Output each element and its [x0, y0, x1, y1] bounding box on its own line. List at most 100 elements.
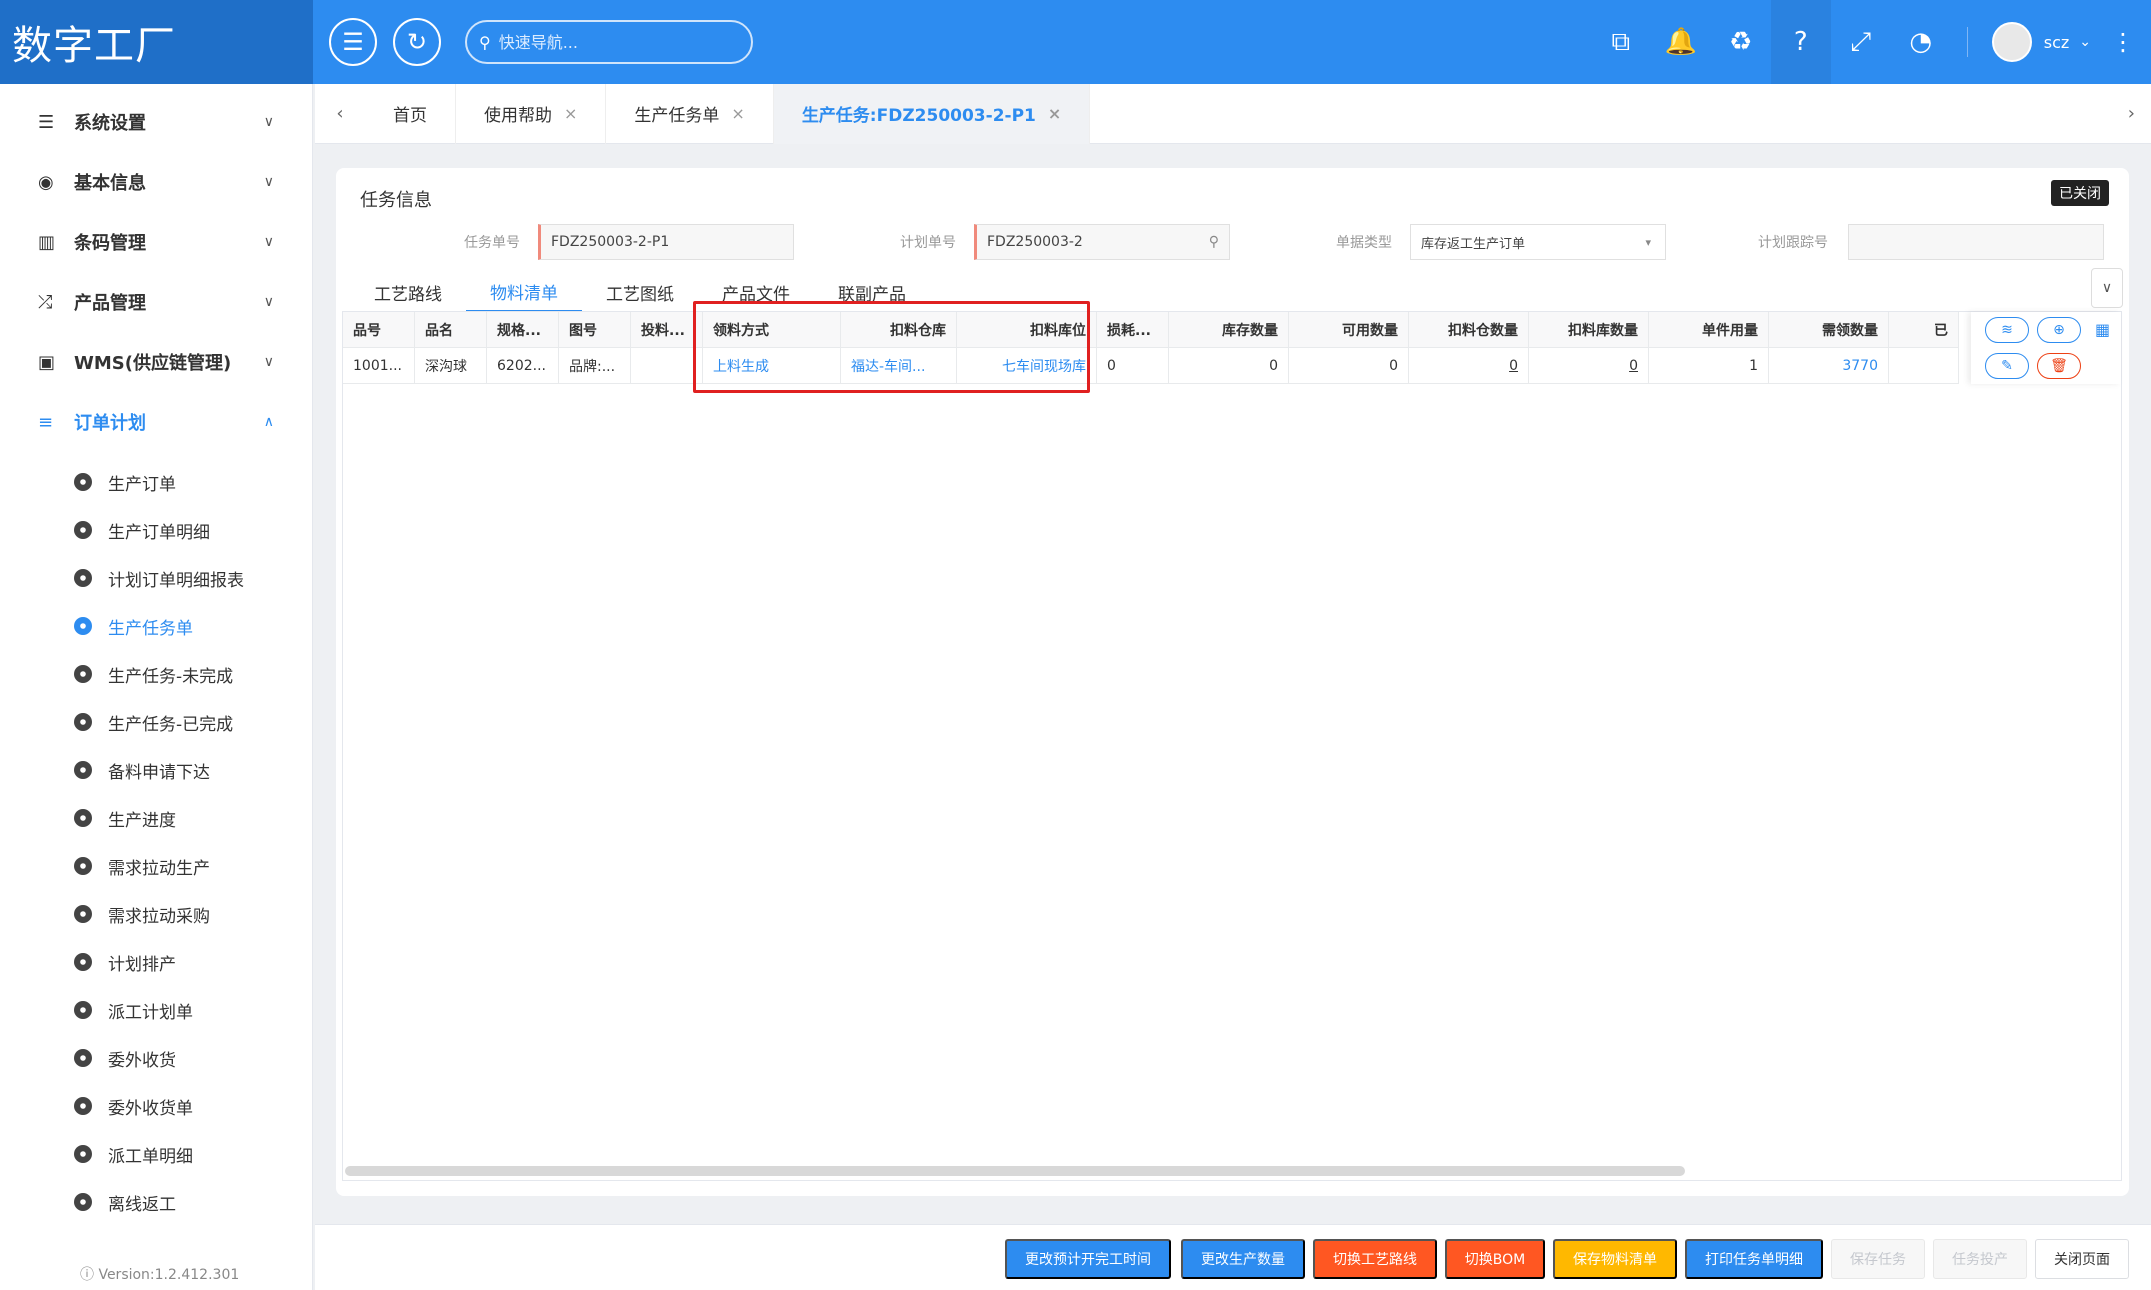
close-icon[interactable]: × — [731, 104, 744, 123]
tab-home[interactable]: 首页 — [365, 83, 456, 144]
sidebar-item[interactable]: 委外收货单 — [0, 1082, 312, 1130]
doc-type-label: 单据类型 — [1336, 235, 1392, 251]
sidebar-item[interactable]: 派工计划单 — [0, 986, 312, 1034]
edit-icon[interactable]: ✎ — [1985, 353, 2029, 379]
compass-icon — [74, 569, 92, 587]
doc-type-select[interactable]: 库存返工生产订单 ▾ — [1410, 224, 1666, 260]
print-task-button[interactable]: 打印任务单明细 — [1685, 1239, 1823, 1279]
sidebar-item[interactable]: 计划排产 — [0, 938, 312, 986]
start-production-button[interactable]: 任务投产 — [1933, 1239, 2027, 1279]
more-icon[interactable]: ⋮ — [2111, 28, 2135, 56]
sidebar-item[interactable]: 委外收货 — [0, 1034, 312, 1082]
sidebar-group-wms[interactable]: ▣ WMS(供应链管理) ∨ — [0, 332, 312, 392]
switch-routing-button[interactable]: 切换工艺路线 — [1313, 1239, 1437, 1279]
sidebar-item[interactable]: 派工单明细 — [0, 1130, 312, 1178]
chevron-down-icon: ∨ — [263, 294, 274, 310]
table-cell: 深沟球 — [415, 348, 487, 384]
username[interactable]: scz — [2044, 33, 2070, 52]
sidebar-item[interactable]: 生产订单明细 — [0, 506, 312, 554]
sidebar-item[interactable]: 需求拉动采购 — [0, 890, 312, 938]
close-icon[interactable]: × — [1048, 104, 1061, 123]
track-no-field[interactable] — [1848, 224, 2104, 260]
subtab-drawings[interactable]: 工艺图纸 — [582, 272, 698, 312]
help-icon[interactable]: ? — [1770, 0, 1831, 84]
col-header[interactable]: 图号 — [559, 312, 631, 348]
chevron-right-icon[interactable]: › — [2128, 103, 2135, 124]
divider — [1966, 27, 1968, 57]
sidebar-item[interactable]: 生产订单 — [0, 458, 312, 506]
col-header[interactable]: 品名 — [415, 312, 487, 348]
col-header[interactable]: 库存数量 — [1169, 312, 1289, 348]
compass-icon — [74, 1193, 92, 1211]
task-no-field[interactable]: FDZ250003-2-P1 — [538, 224, 794, 260]
sidebar-group-barcode[interactable]: ▥ 条码管理 ∨ — [0, 212, 312, 272]
col-header[interactable]: 扣料仓数量 — [1409, 312, 1529, 348]
layers-icon[interactable]: ≋ — [1985, 317, 2029, 343]
change-quantity-button[interactable]: 更改生产数量 — [1181, 1239, 1305, 1279]
table-cell: 1 — [1649, 348, 1769, 384]
trash-icon[interactable]: 🗑 — [2037, 353, 2081, 379]
refresh-icon[interactable]: ↻ — [393, 18, 441, 66]
sliders-icon: ≡ — [38, 411, 54, 433]
sidebar-group-order-plan[interactable]: ≡ 订单计划 ∧ — [0, 392, 312, 452]
col-header[interactable]: 单件用量 — [1649, 312, 1769, 348]
top-bar: ☰ ↻ ⚲ ⧉ 🔔 ♻ ? ⤢ ◔ scz ⌄ ⋮ — [313, 0, 2151, 84]
grid-icon[interactable]: ▦ — [2095, 320, 2110, 339]
table-cell[interactable]: 3770 — [1769, 348, 1889, 384]
bell-icon[interactable]: 🔔 — [1651, 0, 1711, 84]
table-cell[interactable]: 0 — [1529, 348, 1649, 384]
menu-toggle-icon[interactable]: ☰ — [329, 18, 377, 66]
dashboard-icon[interactable]: ◔ — [1891, 0, 1951, 84]
chevron-left-icon[interactable]: ‹ — [315, 103, 365, 124]
chevron-down-icon[interactable]: ∨ — [2091, 268, 2123, 308]
chevron-down-icon[interactable]: ⌄ — [2079, 34, 2091, 50]
col-header[interactable]: 可用数量 — [1289, 312, 1409, 348]
fullscreen-icon[interactable]: ⤢ — [1831, 0, 1891, 84]
switch-bom-button[interactable]: 切换BOM — [1445, 1239, 1545, 1279]
sidebar-item[interactable]: 离线返工 — [0, 1178, 312, 1226]
change-finish-time-button[interactable]: 更改预计开完工时间 — [1005, 1239, 1171, 1279]
chevron-down-icon: ∨ — [263, 354, 274, 370]
sidebar-group-product[interactable]: ⤮ 产品管理 ∨ — [0, 272, 312, 332]
save-bom-button[interactable]: 保存物料清单 — [1553, 1239, 1677, 1279]
switch-window-icon[interactable]: ⧉ — [1591, 0, 1651, 84]
sidebar-item[interactable]: 生产任务-未完成 — [0, 650, 312, 698]
plan-no-field[interactable]: FDZ250003-2 ⚲ — [974, 224, 1230, 260]
tab-help[interactable]: 使用帮助 × — [456, 83, 607, 144]
sidebar-group-basic-info[interactable]: ◉ 基本信息 ∨ — [0, 152, 312, 212]
table-cell[interactable]: 0 — [1409, 348, 1529, 384]
sidebar-item[interactable]: 备料申请下达 — [0, 746, 312, 794]
save-task-button[interactable]: 保存任务 — [1831, 1239, 1925, 1279]
sidebar-item-active[interactable]: 生产任务单 — [0, 602, 312, 650]
sidebar-item[interactable]: 生产进度 — [0, 794, 312, 842]
recycle-icon[interactable]: ♻ — [1711, 0, 1771, 84]
sidebar: ☰ 系统设置 ∨ ◉ 基本信息 ∨ ▥ 条码管理 ∨ ⤮ 产品管理 ∨ ▣ WM… — [0, 84, 313, 1290]
close-page-button[interactable]: 关闭页面 — [2035, 1239, 2129, 1279]
quick-nav-search[interactable]: ⚲ — [465, 20, 753, 64]
horizontal-scrollbar[interactable] — [345, 1166, 1685, 1176]
table-row[interactable]: 1001... 深沟球 6202... 品牌:... 上料生成 福达-车间...… — [343, 348, 1959, 384]
col-header[interactable]: 需领数量 — [1769, 312, 1889, 348]
subtab-routing[interactable]: 工艺路线 — [350, 272, 466, 312]
search-input[interactable] — [498, 32, 719, 52]
sidebar-item[interactable]: 计划订单明细报表 — [0, 554, 312, 602]
add-icon[interactable]: ⊕ — [2037, 317, 2081, 343]
subtab-bom[interactable]: 物料清单 — [466, 272, 582, 312]
tab-task-detail[interactable]: 生产任务:FDZ250003-2-P1 × — [773, 83, 1091, 144]
chevron-down-icon: ∨ — [263, 174, 274, 190]
avatar[interactable] — [1991, 22, 2032, 62]
col-header[interactable]: 规格... — [487, 312, 559, 348]
col-header[interactable]: 扣料库数量 — [1529, 312, 1649, 348]
sidebar-item[interactable]: 需求拉动生产 — [0, 842, 312, 890]
col-header[interactable]: 品号 — [343, 312, 415, 348]
sidebar-item[interactable]: 生产任务-已完成 — [0, 698, 312, 746]
col-header[interactable]: 损耗... — [1097, 312, 1169, 348]
col-header[interactable]: 已 — [1889, 312, 1959, 348]
sidebar-group-system-settings[interactable]: ☰ 系统设置 ∨ — [0, 92, 312, 152]
table-cell — [1889, 348, 1959, 384]
tab-task-list[interactable]: 生产任务单 × — [606, 83, 774, 144]
close-icon[interactable]: × — [564, 104, 577, 123]
version-text: ⓘ Version:1.2.412.301 — [80, 1267, 240, 1283]
search-icon[interactable]: ⚲ — [1209, 234, 1219, 250]
chevron-down-icon: ∨ — [263, 114, 274, 130]
